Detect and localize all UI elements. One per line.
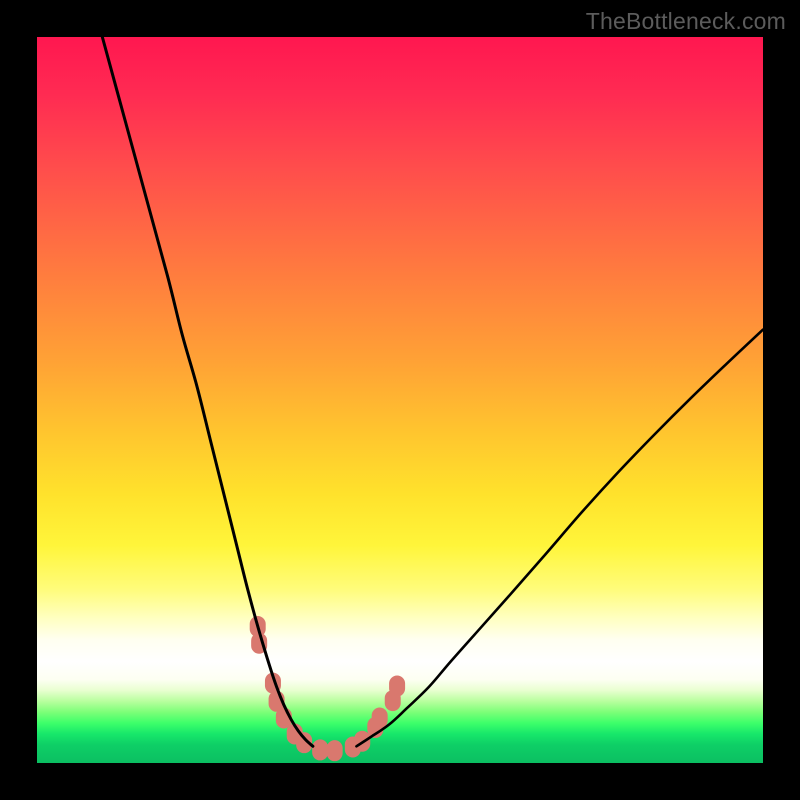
markers-group (250, 616, 405, 761)
outer-frame: TheBottleneck.com (0, 0, 800, 800)
chart-svg (37, 37, 763, 763)
plot-area (37, 37, 763, 763)
valley-marker (327, 740, 343, 761)
right-curve (356, 330, 763, 747)
left-curve (102, 37, 313, 746)
valley-marker (389, 676, 405, 697)
watermark-label: TheBottleneck.com (586, 8, 786, 35)
valley-marker (312, 739, 328, 760)
valley-marker (372, 707, 388, 728)
